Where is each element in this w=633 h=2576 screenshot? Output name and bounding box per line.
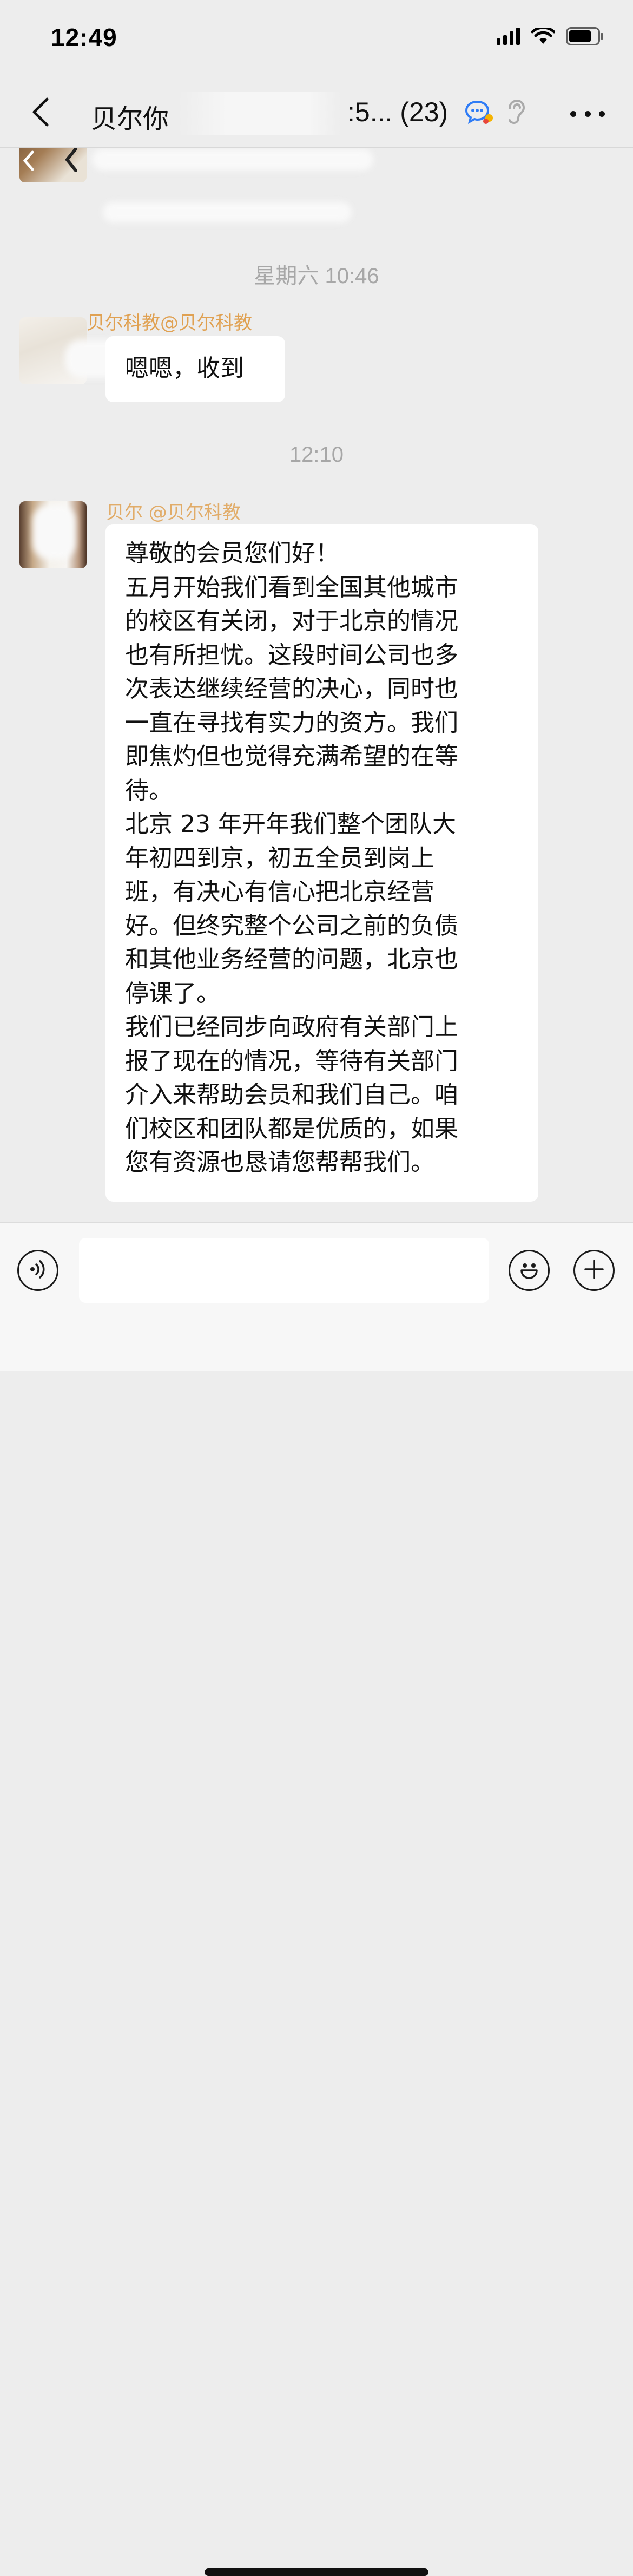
chat-member-count: :5... (23) (347, 96, 448, 128)
message-bubble[interactable]: 尊敬的会员您们好！ 五月开始我们看到全国其他城市 的校区有关闭，对于北京的情况 也有所… (106, 524, 538, 1202)
chevron-left-icon (22, 148, 81, 175)
battery-icon (566, 27, 604, 48)
more-button[interactable] (570, 103, 605, 124)
message-list[interactable]: 星期六 10:46 贝尔科教@贝尔科教 嗯嗯，收到 12:10 贝尔 @贝尔科教… (0, 148, 633, 1222)
plus-button[interactable] (573, 1250, 615, 1291)
ear-muted-icon (505, 99, 525, 127)
chat-header: 贝尔你 :5... (23) (0, 81, 633, 148)
chat-bubble-icon (464, 99, 494, 127)
message-line: 们校区和团队都是优质的，如果 (125, 1115, 458, 1143)
wifi-icon (531, 26, 556, 47)
message-text: 尊敬的会员您们好！ 五月开始我们看到全国其他城市 的校区有关闭，对于北京的情况 也有所… (106, 524, 538, 1193)
message-line: 班，有决心有信心把北京经营 (125, 878, 434, 906)
message-line: 即焦灼但也觉得充满希望的在等 (125, 743, 458, 770)
message-line: 年初四到京，初五全员到岗上 (125, 844, 434, 872)
message-line: 也有所担忧。这段时间公司也多 (125, 641, 458, 669)
more-dot (584, 110, 591, 117)
more-dots-icon (570, 110, 576, 117)
redacted-message (92, 149, 373, 171)
message-line: 一直在寻找有实力的资方。我们 (125, 709, 458, 737)
message-line: 我们已经同步向政府有关部门上 (125, 1013, 458, 1041)
message-line: 尊敬的会员您们好！ (125, 540, 339, 567)
message-line: 报了现在的情况，等待有关部门 (125, 1047, 458, 1075)
timestamp: 12:10 (289, 443, 344, 467)
status-bar: 12:49 (0, 0, 633, 81)
message-line: 北京 23 年开年我们整个团队大 (125, 810, 456, 838)
voice-icon (27, 1258, 49, 1282)
chat-title-suffix: :5... (347, 97, 393, 127)
home-indicator (205, 2568, 428, 2576)
sender-name: 贝尔科教@贝尔科教 (87, 312, 252, 334)
message-line: 的校区有关闭，对于北京的情况 (125, 607, 458, 635)
message-line: 五月开始我们看到全国其他城市 (125, 573, 458, 601)
back-button[interactable] (22, 94, 60, 132)
redacted-avatar-area (32, 505, 76, 559)
more-dot (599, 110, 605, 117)
cellular-signal-icon (497, 28, 520, 47)
message-line: 待。 (125, 776, 173, 804)
member-count: (23) (400, 97, 449, 127)
emoji-icon (515, 1255, 543, 1286)
message-line: 次表达继续经营的决心，同时也 (125, 675, 458, 703)
chevron-left-icon (30, 97, 51, 129)
message-text: 嗯嗯，收到 (125, 355, 244, 382)
input-bar (0, 1222, 633, 2576)
message-line: 介入来帮助会员和我们自己。咱 (125, 1081, 458, 1109)
timestamp: 星期六 10:46 (254, 264, 379, 288)
status-time: 12:49 (51, 23, 117, 51)
message-line: 停课了。 (125, 979, 220, 1007)
message-line: 好。但终究整个公司之前的负债 (125, 912, 458, 940)
plus-icon (582, 1257, 606, 1283)
message-line: 和其他业务经营的问题，北京也 (125, 946, 458, 973)
voice-button[interactable] (17, 1250, 58, 1291)
status-icons (497, 26, 604, 48)
emoji-button[interactable] (509, 1250, 550, 1291)
redacted-title-area (179, 92, 341, 135)
chat-status-icons (464, 99, 525, 127)
sender-name: 贝尔 @贝尔科教 (106, 502, 241, 523)
message-line: 您有资源也恳请您帮帮我们。 (125, 1149, 434, 1176)
message-input[interactable] (79, 1238, 489, 1303)
chat-title: 贝尔你 (91, 104, 169, 134)
message-bubble[interactable]: 嗯嗯，收到 (106, 336, 285, 402)
redacted-message (103, 202, 352, 222)
